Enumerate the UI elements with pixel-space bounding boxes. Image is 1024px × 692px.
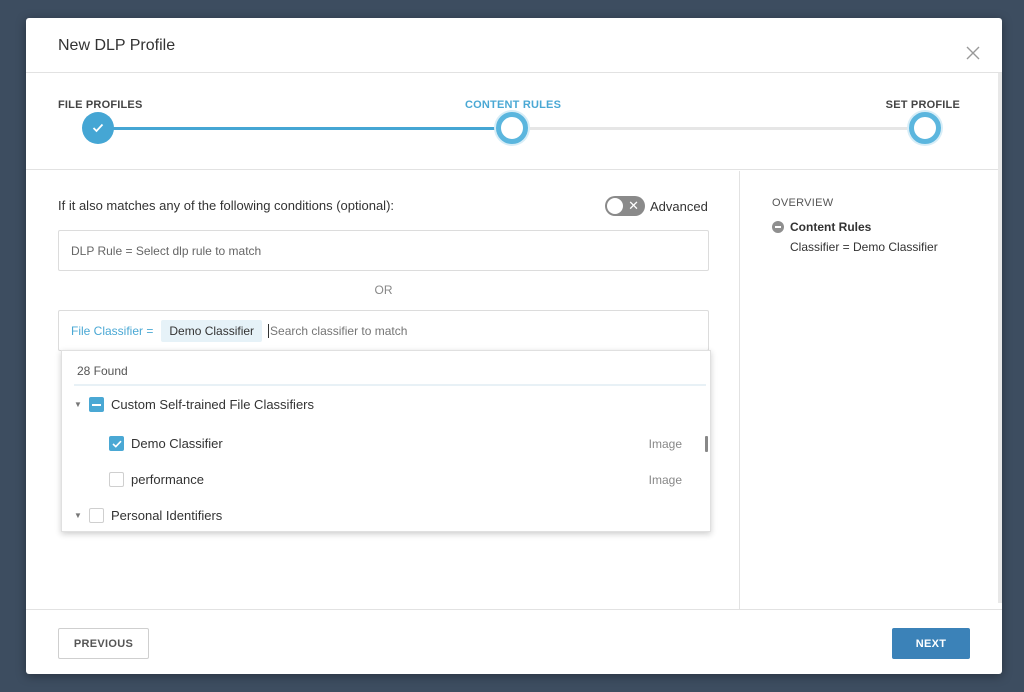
advanced-toggle[interactable]: ✕	[605, 196, 645, 216]
collapse-minus-icon[interactable]	[772, 221, 784, 233]
group-checkbox-partial[interactable]	[89, 397, 104, 412]
progress-stepper: FILE PROFILES CONTENT RULES SET PROFILE	[26, 73, 1002, 170]
toggle-knob	[607, 198, 623, 214]
step-current-dot[interactable]	[496, 112, 528, 144]
previous-button[interactable]: PREVIOUS	[58, 628, 149, 659]
modal-footer: PREVIOUS NEXT	[26, 609, 1002, 674]
item-label: Demo Classifier	[131, 436, 223, 451]
dropdown-scrollbar[interactable]	[705, 436, 708, 452]
close-icon[interactable]	[966, 46, 980, 60]
caret-down-icon[interactable]: ▼	[74, 400, 82, 409]
stepper-remaining-line	[526, 127, 926, 130]
step-done-check-icon[interactable]	[82, 112, 114, 144]
step-pending-dot[interactable]	[909, 112, 941, 144]
item-checkbox[interactable]	[109, 472, 124, 487]
next-button[interactable]: NEXT	[892, 628, 970, 659]
tree-group-custom-classifiers[interactable]: ▼ Custom Self-trained File Classifiers	[74, 397, 314, 412]
found-count: 28 Found	[77, 364, 128, 378]
item-checkbox-checked[interactable]	[109, 436, 124, 451]
overview-detail: Classifier = Demo Classifier	[790, 240, 938, 254]
item-type: Image	[648, 473, 682, 487]
overview-section-label: Content Rules	[790, 220, 872, 234]
tree-item-demo-classifier[interactable]: Demo Classifier	[109, 436, 223, 451]
conditions-prompt: If it also matches any of the following …	[58, 198, 395, 213]
tree-group-personal-identifiers[interactable]: ▼ Personal Identifiers	[74, 508, 222, 523]
toggle-off-icon: ✕	[628, 198, 639, 213]
stepper-progress-line	[98, 127, 512, 130]
tree-item-performance[interactable]: performance	[109, 472, 204, 487]
group-label: Personal Identifiers	[111, 508, 223, 523]
found-divider	[74, 384, 706, 386]
group-label: Custom Self-trained File Classifiers	[111, 397, 315, 412]
step-label-file-profiles: FILE PROFILES	[58, 99, 143, 111]
step-label-set-profile: SET PROFILE	[885, 99, 960, 111]
advanced-label: Advanced	[650, 198, 708, 214]
file-classifier-field[interactable]: File Classifier = Demo Classifier	[58, 310, 709, 351]
overview-title: OVERVIEW	[772, 197, 834, 209]
new-dlp-profile-modal: New DLP Profile FILE PROFILES CONTENT RU…	[26, 18, 1002, 674]
item-label: performance	[131, 472, 204, 487]
advanced-toggle-group: ✕ Advanced	[605, 196, 708, 216]
modal-body: If it also matches any of the following …	[26, 171, 1002, 609]
dlp-rule-select[interactable]: DLP Rule = Select dlp rule to match	[58, 230, 709, 271]
content-rules-pane: If it also matches any of the following …	[26, 171, 740, 609]
caret-down-icon[interactable]: ▼	[74, 511, 82, 520]
classifier-prefix: File Classifier =	[71, 323, 154, 338]
modal-header: New DLP Profile	[26, 18, 1002, 73]
or-divider: OR	[374, 283, 393, 297]
overview-section: Content Rules	[772, 220, 1002, 234]
step-label-content-rules: CONTENT RULES	[465, 99, 562, 111]
classifier-search-input[interactable]	[268, 323, 569, 338]
group-checkbox[interactable]	[89, 508, 104, 523]
classifier-dropdown: 28 Found ▼ Custom Self-trained File Clas…	[61, 350, 711, 532]
modal-scrollbar[interactable]	[998, 73, 1002, 603]
item-type: Image	[648, 437, 682, 451]
selected-classifier-chip[interactable]: Demo Classifier	[161, 319, 263, 342]
overview-pane: OVERVIEW Content Rules Classifier = Demo…	[741, 171, 1002, 609]
modal-title: New DLP Profile	[58, 37, 176, 54]
